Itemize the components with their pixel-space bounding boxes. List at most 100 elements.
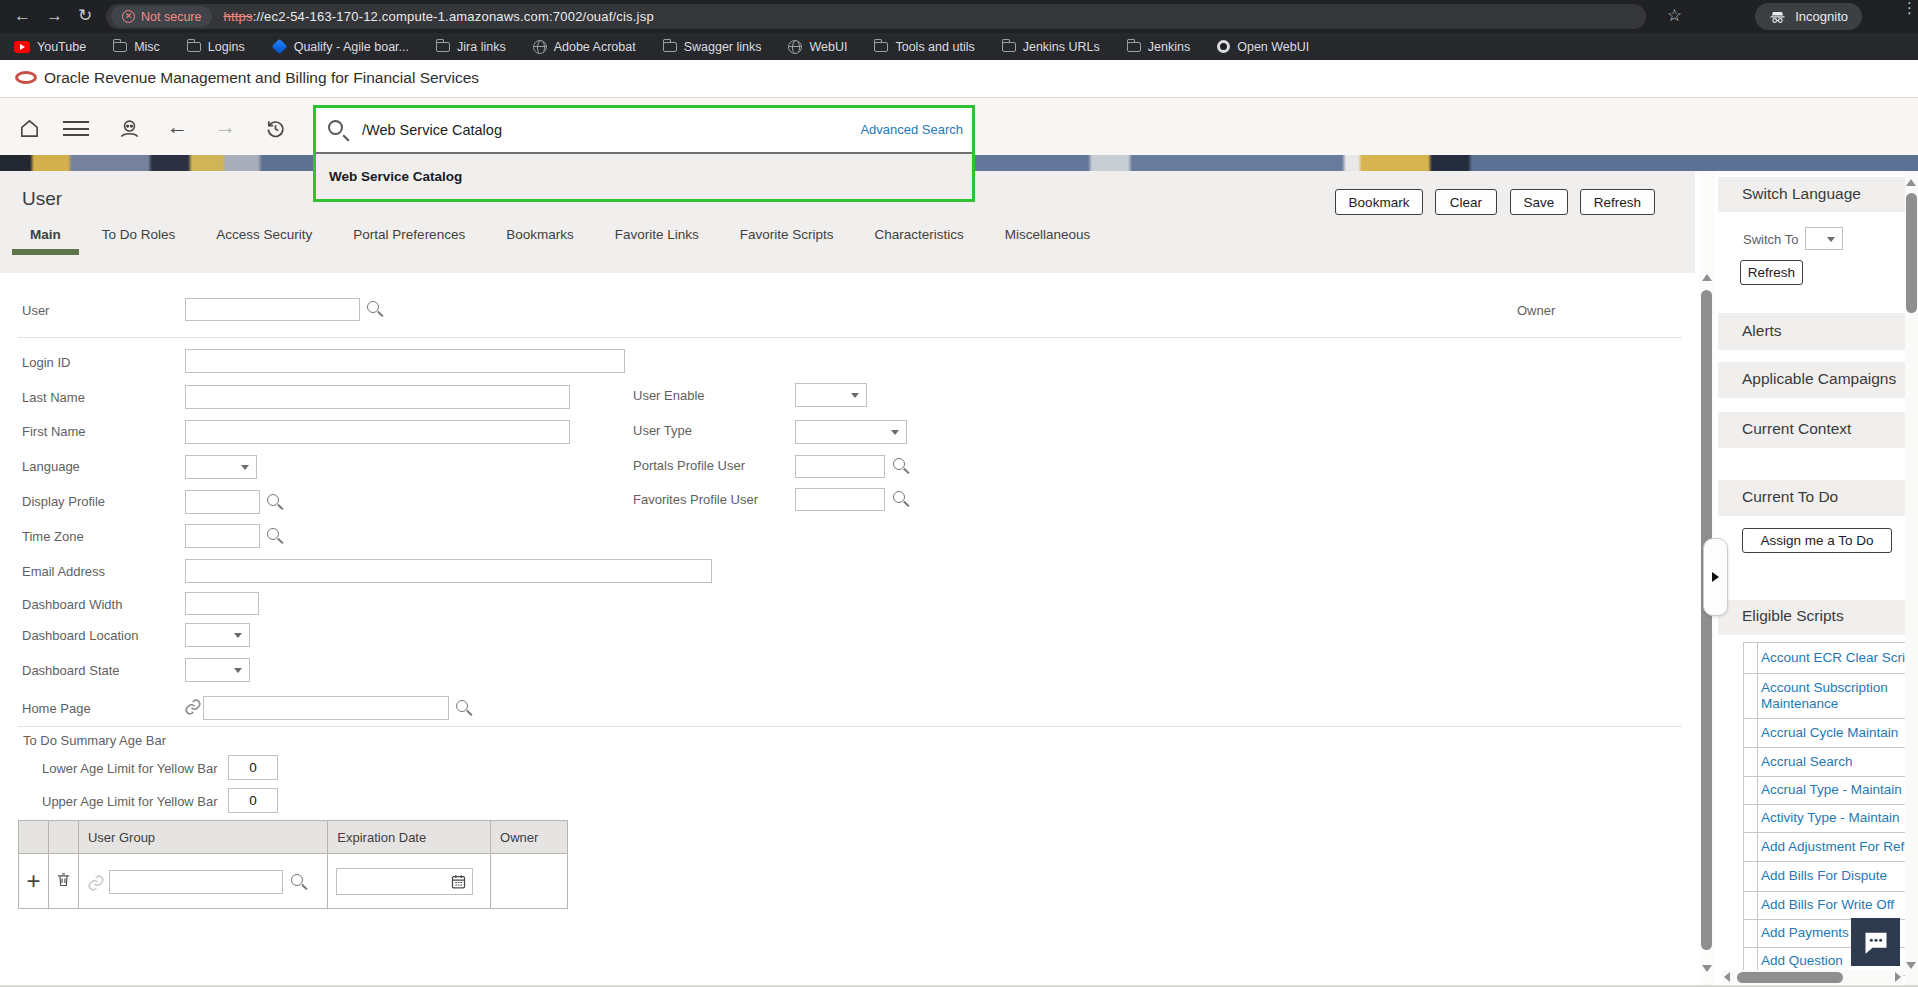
bookmark-jenkins[interactable]: Jenkins — [1127, 40, 1190, 54]
bookmark-youtube[interactable]: YouTube — [14, 40, 86, 54]
tab-miscellaneous[interactable]: Miscellaneous — [987, 227, 1109, 249]
bookmark-adobe[interactable]: Adobe Acrobat — [533, 40, 636, 54]
user-group-search-icon[interactable] — [291, 874, 303, 886]
divider — [18, 726, 1682, 727]
search-input[interactable] — [362, 108, 802, 152]
bookmark-star-icon[interactable]: ☆ — [1667, 5, 1682, 26]
switch-to-select[interactable] — [1805, 227, 1843, 250]
bookmark-qualify[interactable]: Qualify - Agile boar... — [272, 40, 409, 54]
not-secure-badge[interactable]: ✕Not secure — [111, 6, 212, 27]
home-page-search-icon[interactable] — [456, 700, 468, 712]
upper-age-input[interactable]: 0 — [228, 788, 278, 813]
script-row[interactable]: Add Bills For Dispute — [1744, 862, 1905, 892]
home-icon[interactable] — [17, 117, 42, 140]
delete-row-cell[interactable] — [48, 854, 78, 909]
bookmark-misc[interactable]: Misc — [113, 40, 160, 54]
sidebar-scroll-left-icon[interactable] — [1724, 972, 1730, 982]
bookmark-jira-links[interactable]: Jira links — [436, 40, 506, 54]
menu-icon[interactable] — [63, 121, 89, 136]
search-icon — [328, 120, 343, 135]
scroll-down-icon[interactable] — [1702, 965, 1712, 972]
script-row[interactable]: Account Subscription Maintenance — [1744, 674, 1905, 719]
bookmark-webui[interactable]: WebUI — [788, 40, 847, 54]
script-row[interactable]: Add Adjustment For Refu — [1744, 833, 1905, 862]
folder-icon — [1127, 42, 1141, 52]
tab-favorite-links[interactable]: Favorite Links — [597, 227, 717, 249]
assign-todo-button[interactable]: Assign me a To Do — [1742, 528, 1892, 553]
tab-favorite-scripts[interactable]: Favorite Scripts — [722, 227, 852, 249]
advanced-search-link[interactable]: Advanced Search — [860, 122, 963, 137]
home-page-input[interactable] — [203, 696, 449, 720]
tab-portal-preferences[interactable]: Portal Preferences — [335, 227, 483, 249]
favorites-profile-input[interactable] — [795, 488, 885, 511]
section-current-context: Current Context — [1718, 412, 1905, 448]
bookmark-jenkins-urls[interactable]: Jenkins URLs — [1002, 40, 1100, 54]
sidebar-collapse-handle[interactable] — [1703, 538, 1728, 616]
tab-todo-roles[interactable]: To Do Roles — [84, 227, 194, 249]
login-id-input[interactable] — [185, 349, 625, 373]
add-icon[interactable]: + — [19, 867, 48, 895]
forward-icon[interactable]: → — [215, 115, 236, 139]
script-row[interactable]: Activity Type - Maintain — [1744, 805, 1905, 833]
sidebar-refresh-button[interactable]: Refresh — [1740, 260, 1803, 285]
email-input[interactable] — [185, 559, 712, 583]
sidebar-scrollbar-thumb[interactable] — [1906, 193, 1917, 313]
save-button[interactable]: Save — [1510, 189, 1568, 215]
trash-icon[interactable] — [55, 870, 72, 889]
first-name-input[interactable] — [185, 420, 570, 444]
tab-access-security[interactable]: Access Security — [198, 227, 330, 249]
calendar-icon[interactable] — [450, 873, 467, 894]
script-row[interactable]: Accrual Type - Maintain — [1744, 777, 1905, 805]
main-scrollbar-thumb[interactable] — [1701, 290, 1712, 950]
browser-menu-icon[interactable]: ⋮ — [1902, 4, 1906, 12]
bookmark-open-webui[interactable]: Open WebUI — [1217, 40, 1309, 54]
portals-profile-input[interactable] — [795, 455, 885, 478]
browser-forward-icon[interactable]: → — [46, 4, 63, 28]
user-input[interactable] — [185, 298, 360, 321]
user-search-icon[interactable] — [367, 301, 379, 313]
sidebar-hscrollbar[interactable] — [1722, 970, 1903, 984]
sidebar-hscrollbar-thumb[interactable] — [1737, 972, 1843, 983]
refresh-button[interactable]: Refresh — [1580, 189, 1655, 215]
lower-age-input[interactable]: 0 — [228, 755, 278, 780]
script-row[interactable]: Accrual Search — [1744, 748, 1905, 777]
display-profile-input[interactable] — [185, 490, 260, 514]
script-row[interactable]: Account ECR Clear Script — [1744, 643, 1905, 674]
sidebar-scroll-down-icon[interactable] — [1906, 962, 1916, 969]
browser-reload-icon[interactable]: ↻ — [78, 4, 92, 28]
dashboard-location-select[interactable] — [185, 623, 250, 647]
dashboard-state-select[interactable] — [185, 658, 250, 682]
back-icon[interactable]: ← — [167, 115, 188, 139]
bookmark-swagger[interactable]: Swagger links — [663, 40, 762, 54]
user-enable-select[interactable] — [795, 383, 867, 407]
language-select[interactable] — [185, 455, 257, 479]
sidebar-scroll-up-icon[interactable] — [1906, 179, 1916, 186]
search-suggestion[interactable]: Web Service Catalog — [316, 152, 972, 199]
time-zone-search-icon[interactable] — [267, 528, 279, 540]
dashboard-width-input[interactable] — [185, 592, 259, 615]
bookmark-logins[interactable]: Logins — [187, 40, 245, 54]
clear-button[interactable]: Clear — [1435, 189, 1497, 215]
scroll-up-icon[interactable] — [1702, 274, 1712, 281]
time-zone-input[interactable] — [185, 524, 260, 548]
script-row[interactable]: Add Bills For Write Off — [1744, 892, 1905, 920]
url-bar[interactable]: ✕Not secure https://ec2-54-163-170-12.co… — [106, 4, 1646, 29]
tab-characteristics[interactable]: Characteristics — [857, 227, 982, 249]
last-name-input[interactable] — [185, 385, 570, 409]
display-profile-search-icon[interactable] — [267, 494, 279, 506]
history-icon[interactable] — [263, 117, 288, 140]
tab-bookmarks[interactable]: Bookmarks — [488, 227, 592, 249]
admin-user-icon[interactable] — [117, 117, 142, 140]
bookmark-tools[interactable]: Tools and utils — [874, 40, 974, 54]
sidebar-scroll-right-icon[interactable] — [1895, 972, 1901, 982]
favorites-profile-search-icon[interactable] — [893, 491, 905, 503]
portals-profile-search-icon[interactable] — [893, 458, 905, 470]
user-group-input[interactable] — [109, 870, 283, 894]
browser-back-icon[interactable]: ← — [14, 4, 31, 28]
bookmark-button[interactable]: Bookmark — [1335, 189, 1423, 215]
add-row-cell[interactable]: + — [19, 854, 49, 909]
tab-main[interactable]: Main — [12, 227, 79, 255]
user-type-select[interactable] — [795, 420, 907, 444]
chat-widget-button[interactable] — [1851, 918, 1900, 966]
script-row[interactable]: Accrual Cycle Maintain — [1744, 719, 1905, 748]
